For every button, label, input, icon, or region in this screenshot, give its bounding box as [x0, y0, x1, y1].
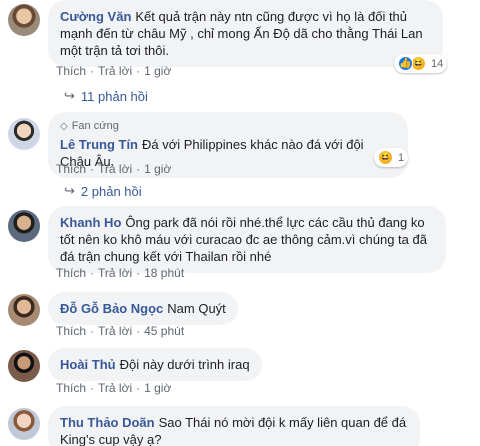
like-link[interactable]: Thích: [56, 266, 86, 280]
avatar[interactable]: [8, 210, 40, 242]
comment-actions: Thích · Trả lời · 1 giờ: [56, 64, 172, 78]
view-replies-link[interactable]: ↪ 2 phản hồi: [64, 183, 142, 199]
reply-arrow-icon: ↪: [64, 88, 75, 103]
like-link[interactable]: Thích: [56, 64, 86, 78]
commenter-name[interactable]: Thu Thảo Doãn: [60, 415, 155, 430]
timestamp[interactable]: 1 giờ: [144, 64, 171, 78]
timestamp[interactable]: 45 phút: [144, 324, 184, 338]
laugh-icon: 😆: [411, 56, 426, 71]
commenter-name[interactable]: Hoài Thủ: [60, 357, 116, 372]
reply-link[interactable]: Trả lời: [98, 324, 132, 338]
avatar[interactable]: [8, 118, 40, 150]
comment-actions: Thích · Trả lời · 1 giờ: [56, 162, 172, 176]
comment-bubble: Thu Thảo Doãn Sao Thái nó mời đội k mấy l…: [48, 406, 420, 446]
like-link[interactable]: Thích: [56, 381, 86, 395]
replies-count: 2 phản hồi: [80, 183, 142, 199]
comment-bubble: Khanh Ho Ông park đã nói rồi nhé.thể lực …: [48, 206, 446, 273]
timestamp[interactable]: 1 giờ: [144, 381, 171, 395]
commenter-name[interactable]: Lê Trung Tín: [60, 137, 138, 152]
comment-bubble: Cường Văn Kết quả trận này ntn cũng được …: [48, 0, 443, 67]
avatar[interactable]: [8, 294, 40, 326]
like-link[interactable]: Thích: [56, 324, 86, 338]
reply-link[interactable]: Trả lời: [98, 381, 132, 395]
reply-link[interactable]: Trả lời: [98, 64, 132, 78]
reply-link[interactable]: Trả lời: [98, 266, 132, 280]
fan-badge: ◇ Fan cứng: [60, 118, 396, 135]
comment-text: Nam Quýt: [167, 301, 226, 316]
commenter-name[interactable]: Cường Văn: [60, 9, 131, 24]
view-replies-link[interactable]: ↪ 11 phản hồi: [64, 88, 148, 104]
comment-bubble: Đỗ Gỗ Bảo Ngọc Nam Quýt: [48, 292, 238, 325]
timestamp[interactable]: 18 phút: [144, 266, 184, 280]
badge-label: Fan cứng: [71, 120, 119, 132]
comment-actions: Thích · Trả lời · 18 phút: [56, 266, 185, 280]
like-link[interactable]: Thích: [56, 162, 86, 176]
reaction-count: 14: [431, 57, 444, 70]
replies-count: 11 phản hồi: [80, 88, 148, 104]
reply-link[interactable]: Trả lời: [98, 162, 132, 176]
comment-text: Đội này dưới trình iraq: [119, 357, 250, 372]
thumbs-up-icon: 👍: [398, 56, 413, 71]
reaction-summary[interactable]: 😆 1: [374, 148, 409, 167]
reaction-count: 1: [398, 151, 405, 164]
avatar[interactable]: [8, 350, 40, 382]
laugh-icon: 😆: [378, 150, 393, 165]
diamond-icon: ◇: [60, 121, 68, 132]
timestamp[interactable]: 1 giờ: [144, 162, 171, 176]
comment-bubble: Hoài Thủ Đội này dưới trình iraq: [48, 348, 262, 381]
comment-actions: Thích · Trả lời · 45 phút: [56, 324, 185, 338]
avatar[interactable]: [8, 408, 40, 440]
reaction-summary[interactable]: 👍 😆 14: [394, 54, 448, 73]
reply-arrow-icon: ↪: [64, 183, 75, 198]
commenter-name[interactable]: Đỗ Gỗ Bảo Ngọc: [60, 301, 163, 316]
avatar[interactable]: [8, 4, 40, 36]
commenter-name[interactable]: Khanh Ho: [60, 215, 121, 230]
comment-actions: Thích · Trả lời · 1 giờ: [56, 381, 172, 395]
